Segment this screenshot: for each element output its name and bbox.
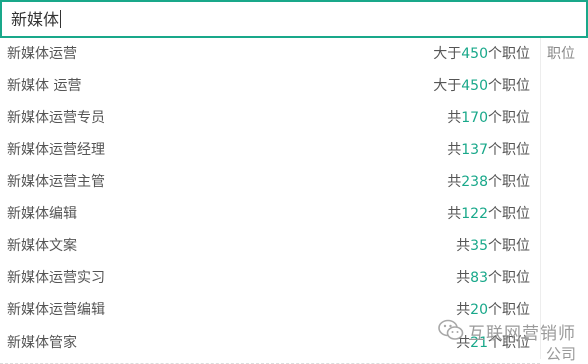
watermark: 互联网营销师 公司 bbox=[438, 313, 588, 363]
suggestion-count: 大于450个职位 bbox=[433, 38, 530, 70]
suggestion-keyword: 新媒体运营主管 bbox=[7, 174, 105, 190]
count-suffix: 个职位 bbox=[488, 174, 530, 190]
wechat-icon bbox=[438, 319, 464, 340]
count-number: 238 bbox=[461, 174, 488, 190]
count-suffix: 个职位 bbox=[488, 46, 530, 62]
suggestion-item[interactable]: 新媒体运营主管 共238个职位 bbox=[0, 166, 540, 198]
suggestion-keyword: 新媒体运营实习 bbox=[7, 270, 105, 286]
watermark-text: 互联网营销师 bbox=[468, 324, 576, 344]
suggestion-item[interactable]: 新媒体运营经理 共137个职位 bbox=[0, 134, 540, 166]
suggestion-item[interactable]: 新媒体编辑 共122个职位 bbox=[0, 198, 540, 230]
count-number: 450 bbox=[461, 78, 488, 94]
suggestion-count: 共238个职位 bbox=[447, 166, 530, 198]
suggestion-keyword: 新媒体运营编辑 bbox=[7, 302, 105, 318]
count-suffix: 个职位 bbox=[488, 238, 530, 254]
count-prefix: 大于 bbox=[433, 78, 462, 94]
count-suffix: 个职位 bbox=[488, 206, 530, 222]
tab-positions[interactable]: 职位 bbox=[547, 44, 575, 64]
suggestion-dropdown: 新媒体运营 大于450个职位 新媒体 运营 大于450个职位 新媒体运营专员 共… bbox=[0, 38, 541, 364]
suggestion-count: 共35个职位 bbox=[456, 230, 530, 262]
watermark-tail: 公司 bbox=[546, 345, 577, 363]
suggestion-item[interactable]: 新媒体运营 大于450个职位 bbox=[0, 38, 540, 70]
suggestion-count: 共170个职位 bbox=[447, 102, 530, 134]
text-caret bbox=[60, 10, 62, 28]
count-number: 83 bbox=[470, 270, 488, 286]
count-prefix: 共 bbox=[447, 206, 462, 222]
search-input[interactable]: 新媒体 bbox=[0, 0, 588, 38]
count-number: 450 bbox=[461, 46, 488, 62]
count-number: 122 bbox=[461, 206, 488, 222]
count-suffix: 个职位 bbox=[488, 270, 530, 286]
suggestion-keyword: 新媒体运营专员 bbox=[7, 110, 105, 126]
suggestion-keyword: 新媒体 运营 bbox=[7, 78, 82, 94]
suggestion-keyword: 新媒体运营 bbox=[7, 46, 77, 62]
suggestion-keyword: 新媒体文案 bbox=[7, 238, 77, 254]
suggestion-count: 大于450个职位 bbox=[433, 70, 530, 102]
suggestion-item[interactable]: 新媒体文案 共35个职位 bbox=[0, 230, 540, 262]
suggestion-keyword: 新媒体运营经理 bbox=[7, 142, 105, 158]
suggestion-item[interactable]: 新媒体 运营 大于450个职位 bbox=[0, 70, 540, 102]
count-prefix: 共 bbox=[456, 270, 471, 286]
suggestion-item[interactable]: 新媒体运营专员 共170个职位 bbox=[0, 102, 540, 134]
count-prefix: 共 bbox=[456, 238, 471, 254]
count-number: 170 bbox=[461, 110, 488, 126]
count-number: 35 bbox=[470, 238, 488, 254]
suggestion-keyword: 新媒体编辑 bbox=[7, 206, 77, 222]
suggestion-count: 共137个职位 bbox=[447, 134, 530, 166]
suggestion-item[interactable]: 新媒体运营实习 共83个职位 bbox=[0, 262, 540, 294]
count-suffix: 个职位 bbox=[488, 78, 530, 94]
count-suffix: 个职位 bbox=[488, 142, 530, 158]
count-prefix: 共 bbox=[447, 142, 462, 158]
search-value: 新媒体 bbox=[11, 10, 60, 29]
suggestion-count: 共83个职位 bbox=[456, 262, 530, 294]
count-prefix: 共 bbox=[447, 110, 462, 126]
count-suffix: 个职位 bbox=[488, 110, 530, 126]
suggestion-count: 共122个职位 bbox=[447, 198, 530, 230]
count-prefix: 大于 bbox=[433, 46, 462, 62]
count-prefix: 共 bbox=[447, 174, 462, 190]
suggestion-keyword: 新媒体管家 bbox=[7, 335, 77, 351]
count-number: 137 bbox=[461, 142, 488, 158]
